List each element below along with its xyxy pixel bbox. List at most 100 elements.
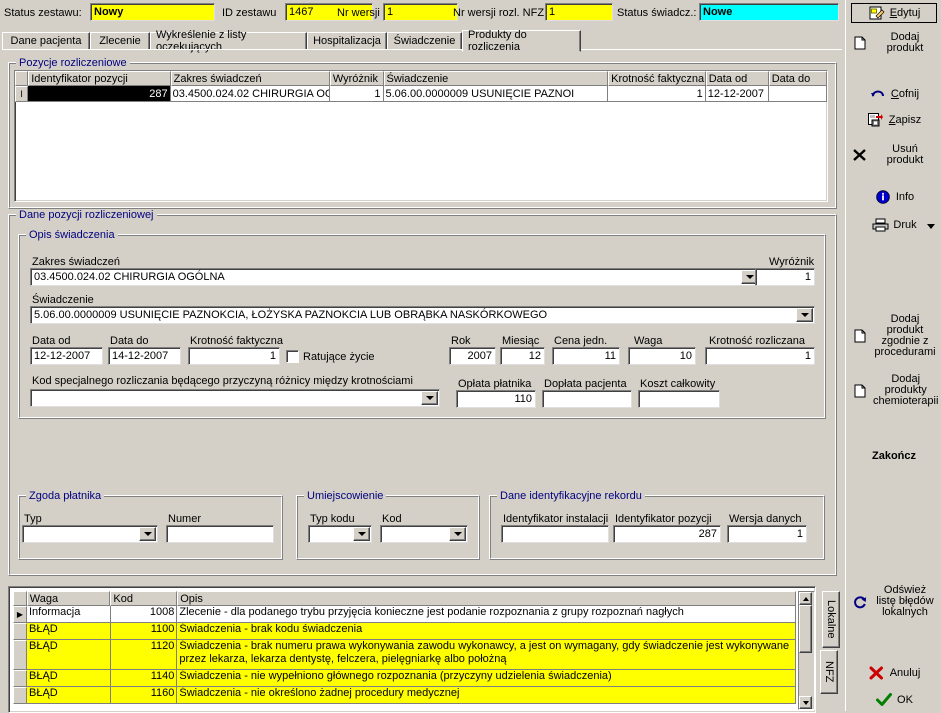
error-kod[interactable]: 1008	[110, 606, 178, 623]
swiadczenie-combo[interactable]: 5.06.00.0000009 USUNIĘCIE PAZNOKCIA, ŁOŻ…	[30, 306, 815, 324]
status-zestawu-value: Nowy	[90, 3, 215, 21]
side-tab-nfz[interactable]: NFZ	[820, 650, 838, 694]
error-opis[interactable]: Świadczenia - brak numeru prawa wykonywa…	[177, 640, 796, 670]
col-swiadczenie[interactable]: Świadczenie	[383, 71, 609, 86]
sidebar-item-dodaj-produkt[interactable]: Dodaj produkt	[849, 30, 939, 56]
krotnosc-rozliczana-input[interactable]: 1	[705, 347, 815, 365]
error-opis[interactable]: Zlecenie - dla podanego trybu przyjęcia …	[177, 606, 796, 623]
error-waga[interactable]: BŁĄD	[27, 640, 111, 670]
col-zakres-swiadczen[interactable]: Zakres świadczeń	[170, 71, 330, 86]
error-opis[interactable]: Świadczenia - brak kodu świadczenia	[177, 623, 796, 640]
cell-identyfikator-pozycji[interactable]: 287	[28, 86, 171, 102]
errors-panel: Waga Kod Opis ▶ Informacja 1008 Zlecenie…	[8, 586, 816, 713]
wersja-danych-input[interactable]: 1	[727, 525, 807, 543]
sidebar-item-cofnij[interactable]: Cofnij	[849, 84, 939, 104]
chevron-down-icon[interactable]	[449, 527, 466, 541]
cell-krotnosc-faktyczna[interactable]: 1	[608, 86, 706, 102]
sidebar-item-odswiez-liste-bledow-lokalnych[interactable]: Odśwież listę błędów lokalnych	[849, 583, 939, 620]
identyfikator-pozycji-input[interactable]: 287	[613, 525, 721, 543]
cell-data-do[interactable]	[768, 86, 827, 102]
error-opis[interactable]: Świadczenia - nie określono żadnej proce…	[177, 687, 796, 704]
sidebar-item-ok[interactable]: OK	[849, 690, 939, 710]
tab-wykreslenie[interactable]: Wykreślenie z listy oczekujących	[150, 29, 307, 53]
cena-jedn-input[interactable]: 11	[552, 347, 620, 365]
chevron-down-icon[interactable]	[796, 308, 813, 322]
sidebar-item-edytuj[interactable]: Edytuj	[851, 3, 937, 23]
scroll-down-button[interactable]	[799, 696, 812, 709]
error-kod[interactable]: 1160	[110, 687, 178, 704]
sidebar-item-dodaj-produkt-zgodnie-z-procedurami[interactable]: Dodaj produkt zgodnie z procedurami	[849, 312, 939, 360]
ratujace-zycie-checkbox[interactable]	[286, 350, 299, 363]
sidebar-item-anuluj[interactable]: Anuluj	[849, 663, 939, 683]
col-krotnosc-faktyczna[interactable]: Krotność faktyczna	[608, 71, 706, 86]
data-do-input[interactable]: 14-12-2007	[108, 347, 181, 365]
col-opis[interactable]: Opis	[177, 591, 796, 606]
col-wyroznik[interactable]: Wyróżnik	[329, 71, 384, 86]
zakres-swiadczen-combo[interactable]: 03.4500.024.02 CHIRURGIA OGÓLNA	[30, 268, 760, 286]
zgoda-typ-combo[interactable]	[22, 525, 158, 543]
error-waga[interactable]: BŁĄD	[27, 687, 111, 704]
doplata-pacjenta-input[interactable]	[542, 390, 632, 408]
koszt-calkowity-input[interactable]	[638, 390, 720, 408]
error-kod[interactable]: 1120	[110, 640, 178, 670]
info-icon	[874, 189, 892, 205]
col-kod[interactable]: Kod	[110, 591, 178, 606]
error-waga[interactable]: Informacja	[27, 606, 111, 623]
sidebar-item-druk[interactable]: Druk	[849, 215, 939, 235]
sidebar-item-zapisz[interactable]: Zapisz	[849, 110, 939, 130]
error-row[interactable]: BŁĄD 1120 Świadczenia - brak numeru praw…	[13, 640, 796, 670]
side-tab-lokalne[interactable]: Lokalne	[822, 591, 840, 648]
krotnosc-faktyczna-input[interactable]: 1	[188, 347, 280, 365]
data-od-input[interactable]: 12-12-2007	[30, 347, 103, 365]
sidebar-item-label: Odśwież listę błędów lokalnych	[876, 584, 934, 618]
sidebar-item-zakoncz[interactable]: Zakończ	[849, 449, 939, 464]
error-opis[interactable]: Świadczenia - nie wypełniono głównego ro…	[177, 670, 796, 687]
col-data-do[interactable]: Data do	[768, 71, 828, 86]
sidebar-item-dodaj-produkty-chemioterapii[interactable]: Dodaj produkty chemioterapii	[849, 372, 939, 409]
tab-zlecenie[interactable]: Zlecenie	[90, 32, 150, 50]
typ-kodu-combo[interactable]	[308, 525, 372, 543]
cell-data-od[interactable]: 12-12-2007	[705, 86, 769, 102]
wyroznik-input[interactable]: 1	[755, 268, 815, 286]
chevron-down-icon[interactable]	[353, 527, 370, 541]
errors-grid[interactable]: Waga Kod Opis ▶ Informacja 1008 Zlecenie…	[13, 591, 796, 708]
positions-grid[interactable]: Identyfikator pozycji Zakres świadczeń W…	[14, 70, 828, 202]
red-x-icon	[868, 665, 886, 681]
scrollbar-thumb[interactable]	[799, 605, 812, 653]
error-row[interactable]: BŁĄD 1140 Świadczenia - nie wypełniono g…	[13, 670, 796, 687]
error-row[interactable]: BŁĄD 1100 Świadczenia - brak kodu świadc…	[13, 623, 796, 640]
error-kod[interactable]: 1100	[110, 623, 178, 640]
tab-dane-pacjenta[interactable]: Dane pacjenta	[2, 32, 90, 50]
tab-swiadczenie[interactable]: Świadczenie	[387, 32, 462, 50]
table-row[interactable]: I 287 03.4500.024.02 CHIRURGIA OGÓ 1 5.0…	[15, 86, 827, 102]
identyfikator-instalacji-input[interactable]	[501, 525, 609, 543]
col-data-od[interactable]: Data od	[705, 71, 769, 86]
col-identyfikator-pozycji[interactable]: Identyfikator pozycji	[28, 71, 171, 86]
kod-specjalnego-combo[interactable]	[30, 389, 440, 407]
chevron-down-icon[interactable]	[421, 391, 438, 405]
tab-produkty-do-rozliczenia[interactable]: Produkty do rozliczenia	[462, 29, 581, 53]
error-row[interactable]: BŁĄD 1160 Świadczenia - nie określono ża…	[13, 687, 796, 704]
waga-input[interactable]: 10	[628, 347, 696, 365]
tab-hospitalizacja[interactable]: Hospitalizacja	[307, 32, 387, 50]
zgoda-numer-input[interactable]	[166, 525, 274, 543]
chevron-down-icon[interactable]	[927, 220, 935, 232]
error-row[interactable]: ▶ Informacja 1008 Zlecenie - dla podaneg…	[13, 606, 796, 623]
errors-scrollbar[interactable]	[798, 591, 815, 710]
oplata-platnika-input[interactable]: 110	[456, 390, 536, 408]
error-waga[interactable]: BŁĄD	[27, 623, 111, 640]
col-waga[interactable]: Waga	[26, 591, 111, 606]
error-waga[interactable]: BŁĄD	[27, 670, 111, 687]
sidebar-item-usun-produkt[interactable]: Usuń produkt	[849, 142, 939, 168]
cell-swiadczenie[interactable]: 5.06.00.0000009 USUNIĘCIE PAZNOI	[383, 86, 609, 102]
cell-zakres-swiadczen[interactable]: 03.4500.024.02 CHIRURGIA OGÓ	[170, 86, 330, 102]
kod-combo[interactable]	[380, 525, 468, 543]
error-kod[interactable]: 1140	[110, 670, 178, 687]
miesiac-input[interactable]: 12	[500, 347, 545, 365]
rok-input[interactable]: 2007	[449, 347, 496, 365]
sidebar-item-info[interactable]: Info	[849, 187, 939, 207]
ratujace-zycie-label: Ratujące życie	[303, 351, 375, 363]
cell-wyroznik[interactable]: 1	[329, 86, 384, 102]
chevron-down-icon[interactable]	[139, 527, 156, 541]
scroll-up-button[interactable]	[799, 592, 812, 605]
